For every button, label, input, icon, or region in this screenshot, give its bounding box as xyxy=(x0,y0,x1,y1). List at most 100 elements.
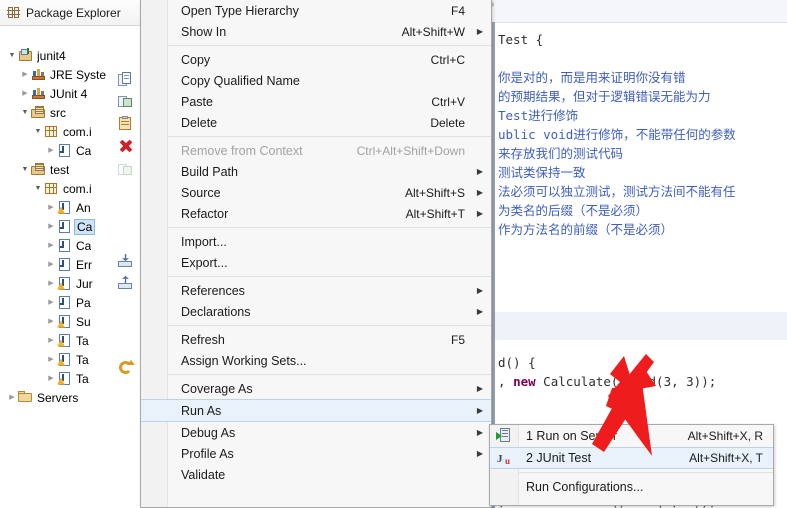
menu-item-references[interactable]: References ▶ xyxy=(141,280,491,301)
menu-item-label: Import... xyxy=(181,234,227,249)
menu-item-import[interactable]: Import... ▶ xyxy=(141,231,491,252)
tree-item-label: src xyxy=(50,105,66,120)
package-explorer-titlebar[interactable]: Package Explorer xyxy=(0,0,160,26)
submenu-arrow-icon: ▶ xyxy=(476,167,483,176)
menu-item-validate[interactable]: Validate ▶ xyxy=(141,464,491,485)
expand-arrow-icon[interactable] xyxy=(45,280,57,287)
menu-item-export[interactable]: Export... ▶ xyxy=(141,252,491,273)
menu-item-debug-as[interactable]: Debug As ▶ xyxy=(141,422,491,443)
menu-item-coverage-as[interactable]: Coverage As ▶ xyxy=(141,378,491,399)
menu-item-accelerator: Ctrl+Alt+Shift+Down xyxy=(356,143,465,158)
menu-item-accelerator: Alt+Shift+T xyxy=(405,206,465,221)
menu-item-refactor[interactable]: Refactor Alt+Shift+T ▶ xyxy=(141,203,491,224)
menu-item-accelerator: Ctrl+C xyxy=(430,52,465,67)
expand-arrow-icon[interactable] xyxy=(45,299,57,306)
menu-item-copy-qualified-name[interactable]: Copy Qualified Name ▶ xyxy=(141,70,491,91)
expand-arrow-icon[interactable] xyxy=(19,71,31,78)
expand-arrow-icon[interactable] xyxy=(45,261,57,268)
submenu-arrow-icon: ▶ xyxy=(476,286,483,295)
menu-item-refresh[interactable]: Refresh F5 ▶ xyxy=(141,329,491,350)
submenu-item-2-junit-test[interactable]: Ju 2 JUnit Test Alt+Shift+X, T xyxy=(490,447,773,469)
expand-arrow-icon[interactable] xyxy=(19,90,31,97)
tree-item-label: JUnit 4 xyxy=(50,86,88,101)
collapse-arrow-icon[interactable] xyxy=(6,52,18,59)
java-file-icon xyxy=(57,295,73,311)
expand-arrow-icon[interactable] xyxy=(45,318,57,325)
collapse-arrow-icon[interactable] xyxy=(32,185,44,192)
tree-item-label: Ta xyxy=(76,333,89,348)
menu-item-profile-as[interactable]: Profile As ▶ xyxy=(141,443,491,464)
java-file-warning-icon xyxy=(57,200,73,216)
collapse-arrow-icon[interactable] xyxy=(19,166,31,173)
tree-item-label: Ca xyxy=(76,143,92,158)
submenu-item-run-configurations[interactable]: Run Configurations... xyxy=(490,476,773,498)
menu-item-label: Copy xyxy=(181,52,211,67)
context-menu[interactable]: Open Type Hierarchy F4 ▶ Show In Alt+Shift+W… xyxy=(140,0,492,508)
submenu-arrow-placeholder: ▶ xyxy=(473,6,483,15)
menu-separator xyxy=(141,136,491,137)
tree-item-label: Err xyxy=(76,257,92,272)
java-file-warning-icon xyxy=(57,333,73,349)
code-keyword: new xyxy=(513,374,536,389)
code-line: 测试类保持一致 xyxy=(498,165,586,180)
paste-icon xyxy=(118,116,134,132)
submenu-arrow-placeholder: ▶ xyxy=(473,76,483,85)
menu-item-declarations[interactable]: Declarations ▶ xyxy=(141,301,491,322)
package-explorer-title: Package Explorer xyxy=(26,5,121,20)
expand-arrow-icon[interactable] xyxy=(45,242,57,249)
junit-icon: Ju xyxy=(497,453,511,466)
remove-from-context-icon xyxy=(118,162,134,178)
source-folder-icon xyxy=(31,162,47,178)
menu-separator xyxy=(141,45,491,46)
editor-tab-strip: 3 xyxy=(492,0,787,23)
menu-item-show-in[interactable]: Show In Alt+Shift+W ▶ xyxy=(141,21,491,42)
code-line: 法必须可以独立测试，测试方法间不能有任 xyxy=(498,184,736,199)
code-line: Test进行修饰 xyxy=(498,108,579,123)
expand-arrow-icon[interactable] xyxy=(45,337,57,344)
tree-item-label: com.i xyxy=(63,181,92,196)
menu-item-copy[interactable]: Copy Ctrl+C ▶ xyxy=(141,49,491,70)
collapse-arrow-icon[interactable] xyxy=(32,128,44,135)
expand-arrow-icon[interactable] xyxy=(45,356,57,363)
eclipse-ide-window: 3 Test { 你是对的，而是用来证明你没有错 的预期结果，但对于逻辑错误无能… xyxy=(0,0,787,508)
expand-arrow-icon[interactable] xyxy=(45,375,57,382)
menu-item-delete[interactable]: Delete Delete ▶ xyxy=(141,112,491,133)
menu-item-assign-working-sets[interactable]: Assign Working Sets... ▶ xyxy=(141,350,491,371)
submenu-item-label: 1 Run on Server xyxy=(526,429,618,443)
code-line: 作为方法名的前缀（不是必须） xyxy=(498,222,674,237)
tree-item-label: test xyxy=(50,162,70,177)
submenu-item-1-run-on-server[interactable]: 1 Run on Server Alt+Shift+X, R xyxy=(490,425,773,447)
expand-arrow-icon[interactable] xyxy=(45,204,57,211)
context-menu-icon-column xyxy=(116,40,140,480)
menu-item-label: Run As xyxy=(181,403,222,418)
tree-item-label: Ca xyxy=(76,238,92,253)
run-as-submenu[interactable]: 1 Run on Server Alt+Shift+X, R Ju 2 JUnit T… xyxy=(489,424,774,506)
menu-item-open-type-hierarchy[interactable]: Open Type Hierarchy F4 ▶ xyxy=(141,0,491,21)
expand-arrow-icon[interactable] xyxy=(6,394,18,401)
collapse-arrow-icon[interactable] xyxy=(19,109,31,116)
menu-item-label: Open Type Hierarchy xyxy=(181,3,299,18)
package-explorer-icon xyxy=(7,6,21,20)
java-file-warning-icon xyxy=(57,276,73,292)
run-as-submenu-items: 1 Run on Server Alt+Shift+X, R Ju 2 JUnit T… xyxy=(490,425,773,498)
tree-item-label: Ca xyxy=(74,218,96,235)
java-file-warning-icon xyxy=(57,371,73,387)
menu-item-build-path[interactable]: Build Path ▶ xyxy=(141,161,491,182)
refresh-icon xyxy=(118,360,135,376)
java-file-warning-icon xyxy=(57,352,73,368)
menu-separator xyxy=(141,227,491,228)
expand-arrow-icon[interactable] xyxy=(45,223,57,230)
tree-item-label: Ta xyxy=(76,352,89,367)
code-line: 你是对的，而是用来证明你没有错 xyxy=(498,70,686,85)
menu-separator xyxy=(141,325,491,326)
tree-item-label: Su xyxy=(76,314,91,329)
expand-arrow-icon[interactable] xyxy=(45,147,57,154)
menu-item-run-as[interactable]: Run As ▶ xyxy=(141,399,491,422)
submenu-item-accelerator: Alt+Shift+X, R xyxy=(687,429,763,443)
menu-item-source[interactable]: Source Alt+Shift+S ▶ xyxy=(141,182,491,203)
menu-item-paste[interactable]: Paste Ctrl+V ▶ xyxy=(141,91,491,112)
editor-tab-marker: 3 xyxy=(492,2,495,7)
